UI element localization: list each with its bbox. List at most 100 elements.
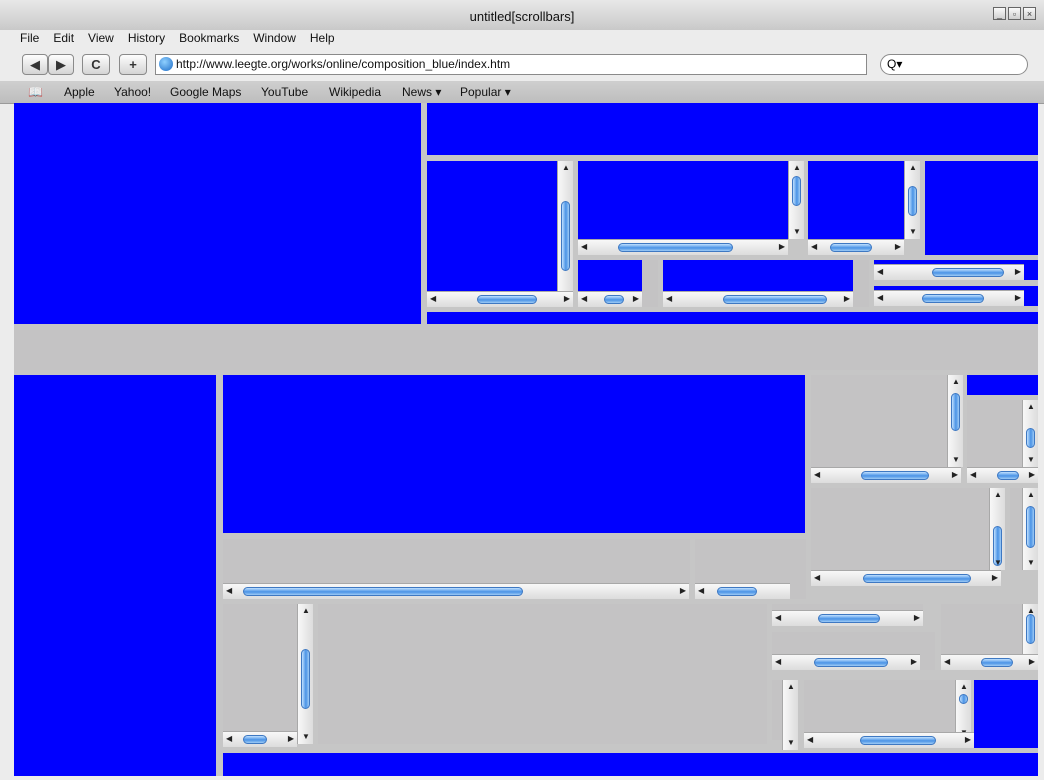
bookmark-wikipedia[interactable]: Wikipedia xyxy=(329,85,381,99)
scroll-right-arrow-icon[interactable]: ▶ xyxy=(911,658,917,666)
scroll-up-arrow-icon[interactable]: ▲ xyxy=(1027,491,1035,499)
scroll-thumb[interactable] xyxy=(561,201,570,271)
scroll-down-arrow-icon[interactable]: ▼ xyxy=(302,733,310,741)
scroll-thumb[interactable] xyxy=(618,243,733,252)
scroll-right-arrow-icon[interactable]: ▶ xyxy=(779,243,785,251)
scroll-right-arrow-icon[interactable]: ▶ xyxy=(914,614,920,622)
scroll-up-arrow-icon[interactable]: ▲ xyxy=(909,164,917,172)
scroll-thumb[interactable] xyxy=(243,735,267,744)
menu-bookmarks[interactable]: Bookmarks xyxy=(179,31,239,45)
back-button[interactable]: ◀ xyxy=(22,54,48,75)
scroll-right-arrow-icon[interactable]: ▶ xyxy=(288,735,294,743)
horizontal-scrollbar[interactable]: ◀▶ xyxy=(874,264,1024,280)
scroll-down-arrow-icon[interactable]: ▼ xyxy=(994,559,1002,567)
scroll-left-arrow-icon[interactable]: ◀ xyxy=(970,471,976,479)
scroll-up-arrow-icon[interactable]: ▲ xyxy=(960,683,968,691)
vertical-scrollbar[interactable]: ▲▼ xyxy=(782,680,798,750)
book-icon[interactable]: 📖 xyxy=(28,85,43,99)
bookmark-apple[interactable]: Apple xyxy=(64,85,95,99)
scroll-right-arrow-icon[interactable]: ▶ xyxy=(680,587,686,595)
forward-button[interactable]: ▶ xyxy=(48,54,74,75)
scroll-thumb[interactable] xyxy=(997,471,1019,480)
scroll-right-arrow-icon[interactable]: ▶ xyxy=(895,243,901,251)
scroll-thumb[interactable] xyxy=(863,574,971,583)
scroll-right-arrow-icon[interactable]: ▶ xyxy=(1029,471,1035,479)
scroll-thumb[interactable] xyxy=(723,295,827,304)
vertical-scrollbar[interactable]: ▲▼ xyxy=(947,375,963,467)
scroll-thumb[interactable] xyxy=(830,243,872,252)
scroll-down-arrow-icon[interactable]: ▼ xyxy=(909,228,917,236)
scroll-up-arrow-icon[interactable]: ▲ xyxy=(1027,607,1035,615)
scroll-thumb[interactable] xyxy=(1026,614,1035,644)
menu-edit[interactable]: Edit xyxy=(53,31,74,45)
menu-window[interactable]: Window xyxy=(253,31,296,45)
scroll-right-arrow-icon[interactable]: ▶ xyxy=(564,295,570,303)
scroll-down-arrow-icon[interactable]: ▼ xyxy=(1027,456,1035,464)
scroll-left-arrow-icon[interactable]: ◀ xyxy=(430,295,436,303)
horizontal-scrollbar[interactable]: ◀▶ xyxy=(223,583,689,599)
horizontal-scrollbar[interactable]: ◀▶ xyxy=(808,239,904,255)
menu-file[interactable]: File xyxy=(20,31,39,45)
scroll-right-arrow-icon[interactable]: ▶ xyxy=(952,471,958,479)
horizontal-scrollbar[interactable]: ◀▶ xyxy=(941,654,1038,670)
horizontal-scrollbar[interactable]: ◀▶ xyxy=(874,290,1024,306)
scroll-thumb[interactable] xyxy=(981,658,1013,667)
scroll-up-arrow-icon[interactable]: ▲ xyxy=(994,491,1002,499)
menu-history[interactable]: History xyxy=(128,31,165,45)
horizontal-scrollbar[interactable]: ◀▶ xyxy=(804,732,974,748)
horizontal-scrollbar[interactable]: ◀▶ xyxy=(695,583,805,599)
scroll-left-arrow-icon[interactable]: ◀ xyxy=(666,295,672,303)
scroll-thumb[interactable] xyxy=(477,295,537,304)
vertical-scrollbar[interactable]: ▲▼ xyxy=(989,488,1005,570)
reload-button[interactable]: C xyxy=(82,54,110,75)
scroll-thumb[interactable] xyxy=(951,393,960,431)
horizontal-scrollbar[interactable]: ◀▶ xyxy=(578,291,642,307)
scroll-left-arrow-icon[interactable]: ◀ xyxy=(775,614,781,622)
scroll-down-arrow-icon[interactable]: ▼ xyxy=(793,228,801,236)
scroll-right-arrow-icon[interactable]: ▶ xyxy=(1029,658,1035,666)
scroll-thumb[interactable] xyxy=(908,186,917,216)
scroll-left-arrow-icon[interactable]: ◀ xyxy=(226,735,232,743)
maximize-button[interactable]: ▫ xyxy=(1008,7,1021,20)
vertical-scrollbar[interactable]: ▲▼ xyxy=(788,161,804,239)
scroll-up-arrow-icon[interactable]: ▲ xyxy=(562,164,570,172)
horizontal-scrollbar[interactable]: ◀▶ xyxy=(967,467,1038,483)
scroll-left-arrow-icon[interactable]: ◀ xyxy=(226,587,232,595)
scroll-up-arrow-icon[interactable]: ▲ xyxy=(302,607,310,615)
scroll-left-arrow-icon[interactable]: ◀ xyxy=(811,243,817,251)
scroll-left-arrow-icon[interactable]: ◀ xyxy=(877,294,883,302)
scroll-thumb[interactable] xyxy=(922,294,984,303)
scroll-thumb[interactable] xyxy=(860,736,936,745)
scroll-left-arrow-icon[interactable]: ◀ xyxy=(814,574,820,582)
bookmark-google-maps[interactable]: Google Maps xyxy=(170,85,241,99)
address-bar[interactable]: http://www.leegte.org/works/online/compo… xyxy=(155,54,867,75)
vertical-scrollbar[interactable]: ▲▼ xyxy=(1022,400,1038,467)
scroll-thumb[interactable] xyxy=(1026,428,1035,448)
menu-help[interactable]: Help xyxy=(310,31,335,45)
vertical-scrollbar[interactable]: ▲▼ xyxy=(557,161,573,307)
scroll-thumb[interactable] xyxy=(959,694,968,704)
scroll-right-arrow-icon[interactable]: ▶ xyxy=(1015,294,1021,302)
scroll-thumb[interactable] xyxy=(932,268,1004,277)
horizontal-scrollbar[interactable]: ◀▶ xyxy=(772,610,923,626)
scroll-up-arrow-icon[interactable]: ▲ xyxy=(787,683,795,691)
horizontal-scrollbar[interactable]: ◀▶ xyxy=(663,291,853,307)
scroll-left-arrow-icon[interactable]: ◀ xyxy=(581,295,587,303)
scroll-right-arrow-icon[interactable]: ▶ xyxy=(965,736,971,744)
search-field[interactable]: Q▾ xyxy=(880,54,1028,75)
scroll-up-arrow-icon[interactable]: ▲ xyxy=(1027,403,1035,411)
bookmark-yahoo[interactable]: Yahoo! xyxy=(114,85,151,99)
close-button[interactable]: × xyxy=(1023,7,1036,20)
bookmark-popular[interactable]: Popular ▾ xyxy=(460,85,511,99)
scroll-up-arrow-icon[interactable]: ▲ xyxy=(793,164,801,172)
scroll-thumb[interactable] xyxy=(1026,506,1035,548)
scroll-right-arrow-icon[interactable]: ▶ xyxy=(844,295,850,303)
scroll-up-arrow-icon[interactable]: ▲ xyxy=(952,378,960,386)
scroll-left-arrow-icon[interactable]: ◀ xyxy=(775,658,781,666)
vertical-scrollbar[interactable]: ▲▼ xyxy=(955,680,971,740)
scroll-thumb[interactable] xyxy=(243,587,523,596)
minimize-button[interactable]: _ xyxy=(993,7,1006,20)
horizontal-scrollbar[interactable]: ◀▶ xyxy=(223,731,297,747)
scroll-down-arrow-icon[interactable]: ▼ xyxy=(1027,559,1035,567)
add-bookmark-button[interactable]: + xyxy=(119,54,147,75)
